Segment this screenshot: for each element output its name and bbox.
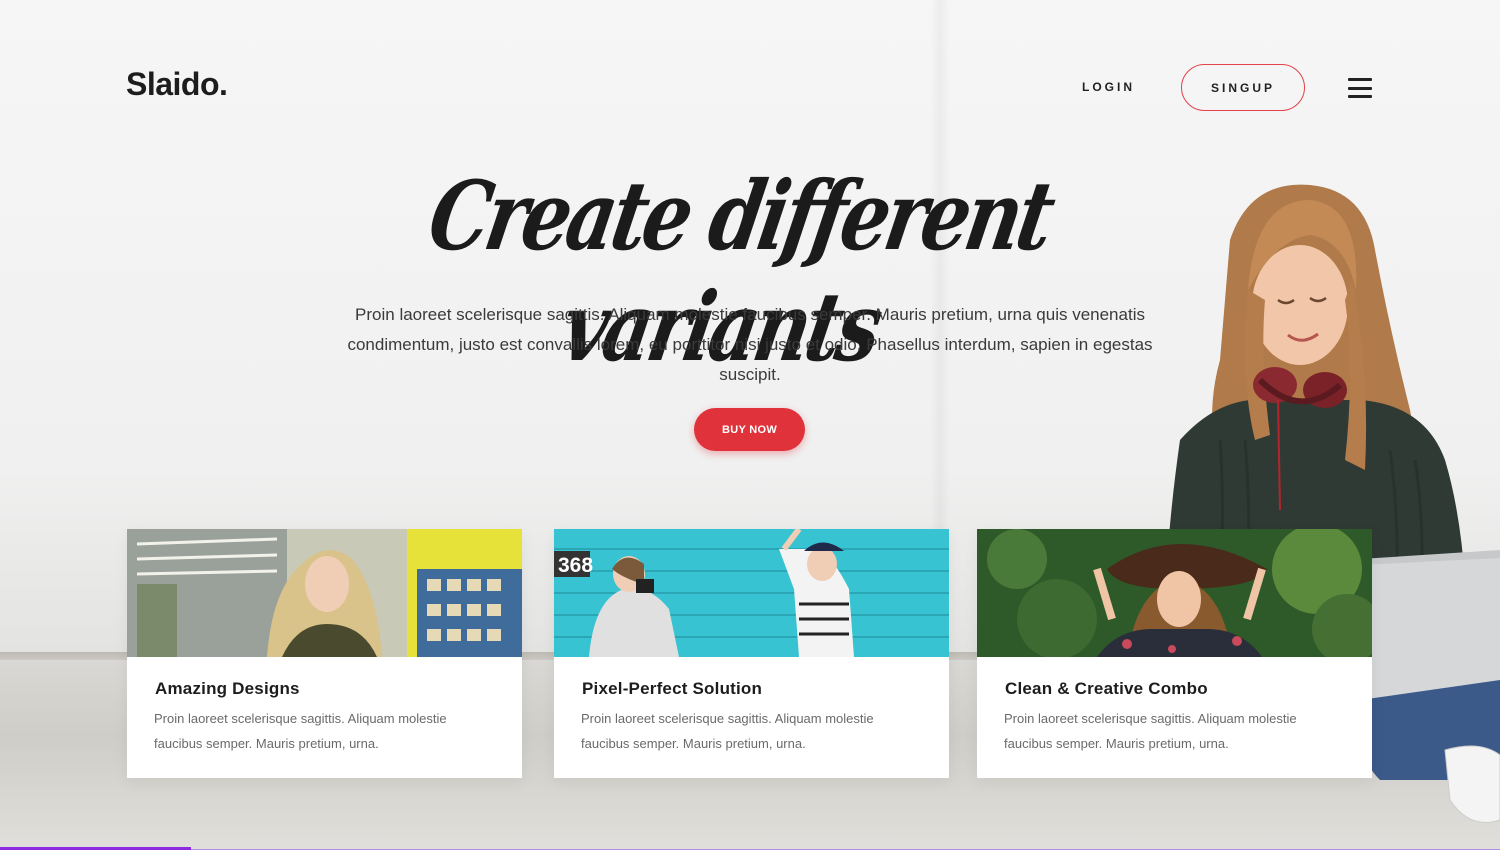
signup-button[interactable]: SINGUP [1181,64,1305,111]
card-title: Clean & Creative Combo [1005,679,1208,698]
feature-card-pixel-perfect[interactable]: 368 Pixel-Perfect Solution Proin laoreet… [554,527,949,778]
login-link[interactable]: LOGIN [1082,80,1135,94]
buy-now-button[interactable]: BUY NOW [694,408,805,451]
card-description: Proin laoreet scelerisque sagittis. Aliq… [1004,711,1297,751]
card-image-store-girl [127,529,522,657]
card-title: Pixel-Perfect Solution [582,679,763,698]
site-logo[interactable]: Slaido. [126,66,228,103]
card-image-hat-girl [977,524,1382,664]
hero-description: Proin laoreet scelerisque sagittis. Aliq… [347,305,1153,384]
feature-card-amazing-designs[interactable]: Amazing Designs Proin laoreet scelerisqu… [127,529,522,778]
card-description: Proin laoreet scelerisque sagittis. Aliq… [154,711,447,751]
menu-line [1348,78,1372,81]
buy-now-label: BUY NOW [721,423,778,436]
menu-line [1348,86,1372,90]
card-title: Amazing Designs [155,679,300,698]
card-description: Proin laoreet scelerisque sagittis. Aliq… [581,711,874,751]
menu-line [1348,95,1372,98]
signup-button-label: SINGUP [1210,80,1275,95]
image-badge-number: 368 [558,554,593,577]
card-image-brick-wall-friends: 368 [554,527,949,657]
hamburger-menu-icon[interactable] [1348,78,1372,98]
feature-card-clean-creative[interactable]: Clean & Creative Combo Proin laoreet sce… [977,524,1382,778]
